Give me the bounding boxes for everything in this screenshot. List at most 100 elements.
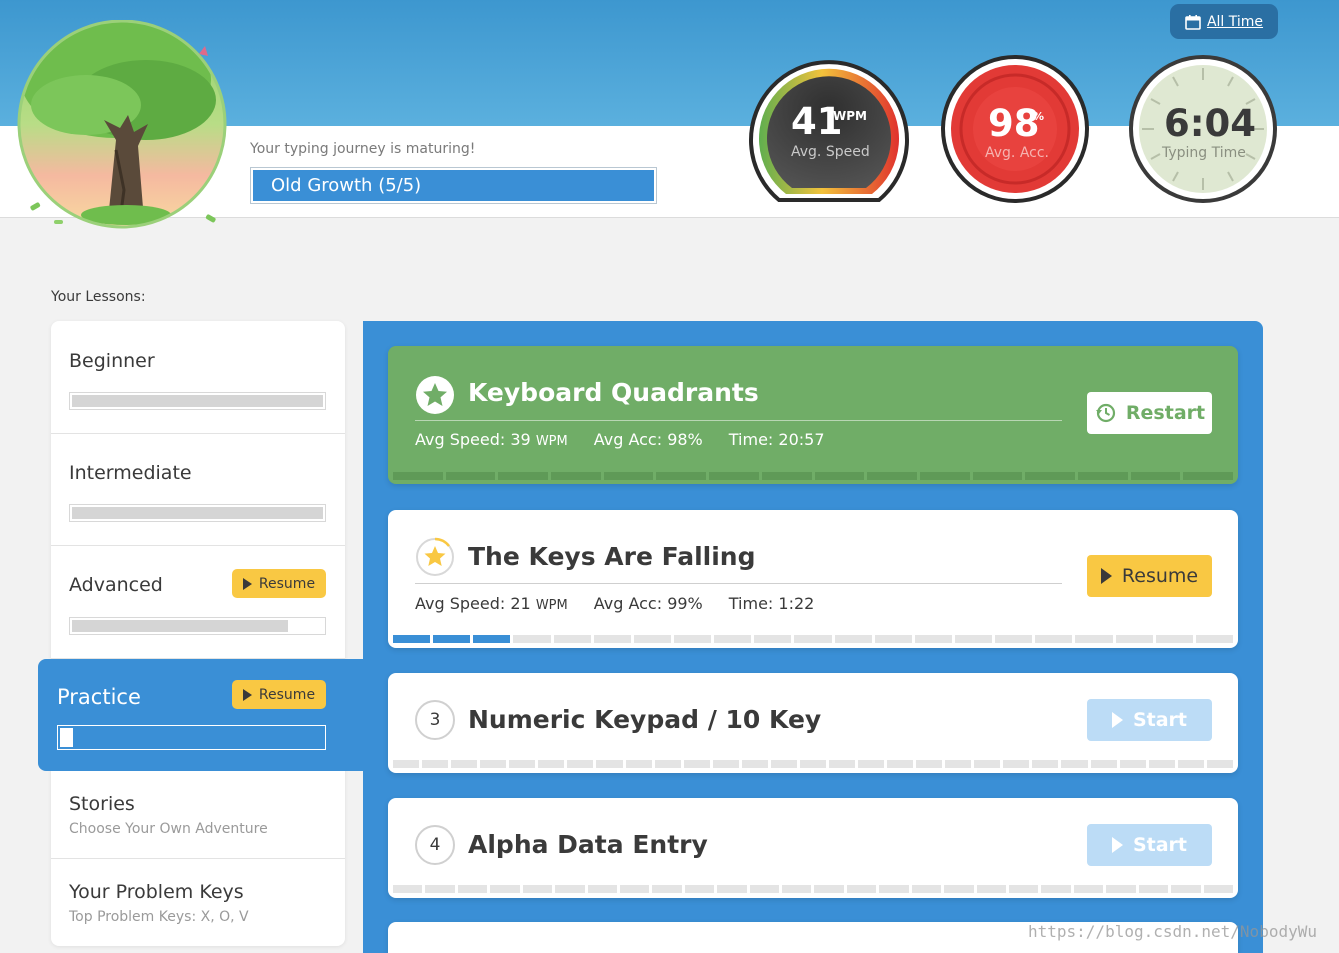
lesson-progress-fill xyxy=(72,620,288,632)
segment-pending xyxy=(717,885,747,893)
segment-pending xyxy=(1155,635,1193,643)
practice-progress-fill xyxy=(60,728,74,747)
segment-pending xyxy=(911,885,942,893)
play-icon xyxy=(1111,837,1123,853)
segment-pending xyxy=(1061,760,1088,768)
lesson-subtitle: Choose Your Own Adventure xyxy=(69,821,268,837)
speed-gauge: 41 WPM Avg. Speed xyxy=(746,54,912,220)
segment-pending xyxy=(828,760,855,768)
lesson-title: Intermediate xyxy=(69,462,192,484)
speed-label: Avg. Speed xyxy=(791,144,870,160)
segment-pending xyxy=(553,635,591,643)
segment-pending xyxy=(846,885,877,893)
segment-pending xyxy=(714,635,752,643)
advanced-resume-button[interactable]: Resume xyxy=(232,569,326,598)
lesson-card-keys-are-falling[interactable]: The Keys Are Falling Avg Speed: 21 WPM A… xyxy=(388,510,1238,648)
segment-pending xyxy=(522,885,553,893)
segment-pending xyxy=(1106,885,1136,893)
typing-time-value: 6:04 xyxy=(1164,102,1257,145)
star-progress-icon xyxy=(416,537,454,576)
segment-complete xyxy=(393,635,431,643)
segment-pending xyxy=(1115,635,1153,643)
lesson-progress-fill xyxy=(72,507,323,519)
level-label: Old Growth (5/5) xyxy=(253,170,654,201)
lesson-title: Practice xyxy=(57,685,141,709)
level-progress-bar: Old Growth (5/5) xyxy=(250,167,657,204)
practice-resume-button[interactable]: Resume xyxy=(232,680,326,709)
lesson-item-problem-keys[interactable]: Your Problem Keys Top Problem Keys: X, O… xyxy=(51,859,345,946)
lesson-card-numeric-keypad[interactable]: 3 Numeric Keypad / 10 Key Start xyxy=(388,673,1238,773)
resume-button[interactable]: Resume xyxy=(1087,555,1212,597)
segment-complete xyxy=(473,635,511,643)
play-icon xyxy=(242,688,252,701)
segment-pending xyxy=(538,760,565,768)
avg-acc-stat: Avg Acc: 98% xyxy=(593,430,703,449)
lesson-title: Stories xyxy=(69,793,135,815)
segment-pending xyxy=(596,760,623,768)
avg-acc-stat: Avg Acc: 99% xyxy=(593,594,703,613)
restart-label: Restart xyxy=(1125,402,1206,424)
segment-pending xyxy=(490,885,520,893)
segment-pending xyxy=(1032,760,1059,768)
start-button[interactable]: Start xyxy=(1087,699,1212,741)
avg-speed-stat: Avg Speed: 39 WPM xyxy=(415,430,568,449)
segment-complete xyxy=(1183,472,1233,480)
segment-pending xyxy=(954,635,993,643)
segment-pending xyxy=(509,760,536,768)
segment-pending xyxy=(914,635,952,643)
segment-pending xyxy=(593,635,631,643)
segment-pending xyxy=(451,760,478,768)
segment-pending xyxy=(422,760,449,768)
avg-speed-value: Avg Speed: 21 xyxy=(415,594,531,613)
segment-progress xyxy=(393,635,1233,643)
lesson-item-beginner[interactable]: Beginner xyxy=(51,321,345,434)
segment-pending xyxy=(754,635,792,643)
watermark-text: https://blog.csdn.net/NobodyWu xyxy=(1028,922,1317,941)
resume-label: Resume xyxy=(258,575,316,592)
calendar-icon xyxy=(1185,14,1201,30)
lesson-item-intermediate[interactable]: Intermediate xyxy=(51,434,345,546)
segment-pending xyxy=(1003,760,1030,768)
segment-pending xyxy=(814,885,844,893)
lesson-title: Your Problem Keys xyxy=(69,881,244,903)
segment-pending xyxy=(1075,635,1113,643)
segment-pending xyxy=(1148,760,1175,768)
start-button[interactable]: Start xyxy=(1087,824,1212,866)
segment-complete xyxy=(551,472,601,480)
segment-complete xyxy=(445,472,496,480)
segment-progress xyxy=(393,760,1233,768)
lessons-heading: Your Lessons: xyxy=(51,289,146,305)
segment-complete xyxy=(393,472,443,480)
segment-pending xyxy=(712,760,739,768)
segment-pending xyxy=(1177,760,1204,768)
accuracy-unit: % xyxy=(1033,110,1045,123)
segment-pending xyxy=(555,885,585,893)
segment-pending xyxy=(1171,885,1201,893)
segment-pending xyxy=(393,885,423,893)
lesson-card-keyboard-quadrants[interactable]: Keyboard Quadrants Avg Speed: 39 WPM Avg… xyxy=(388,346,1238,484)
lesson-number-badge: 3 xyxy=(415,700,455,740)
lesson-card-alpha-data-entry[interactable]: 4 Alpha Data Entry Start xyxy=(388,798,1238,898)
lesson-item-practice[interactable]: Practice Resume xyxy=(38,659,364,771)
segment-pending xyxy=(425,885,455,893)
segment-complete xyxy=(656,472,707,480)
segment-complete xyxy=(603,472,654,480)
segment-pending xyxy=(945,760,972,768)
card-stats: Avg Speed: 21 WPM Avg Acc: 99% Time: 1:2… xyxy=(415,594,814,613)
segment-pending xyxy=(974,760,1001,768)
lesson-number-badge: 4 xyxy=(415,825,455,865)
typing-time-label: Typing Time xyxy=(1162,145,1246,161)
segment-pending xyxy=(799,760,826,768)
resume-label: Resume xyxy=(1121,565,1199,587)
lesson-item-stories[interactable]: Stories Choose Your Own Adventure xyxy=(51,771,345,859)
star-complete-icon xyxy=(416,376,454,414)
avg-speed-unit: WPM xyxy=(535,598,568,613)
avg-speed-unit: WPM xyxy=(535,434,568,449)
restart-button[interactable]: Restart xyxy=(1087,392,1212,434)
segment-pending xyxy=(916,760,943,768)
segment-pending xyxy=(625,760,652,768)
all-time-button[interactable]: All Time xyxy=(1170,4,1278,39)
segment-pending xyxy=(1119,760,1146,768)
segment-pending xyxy=(944,885,974,893)
lesson-item-advanced[interactable]: Advanced Resume xyxy=(51,546,345,659)
